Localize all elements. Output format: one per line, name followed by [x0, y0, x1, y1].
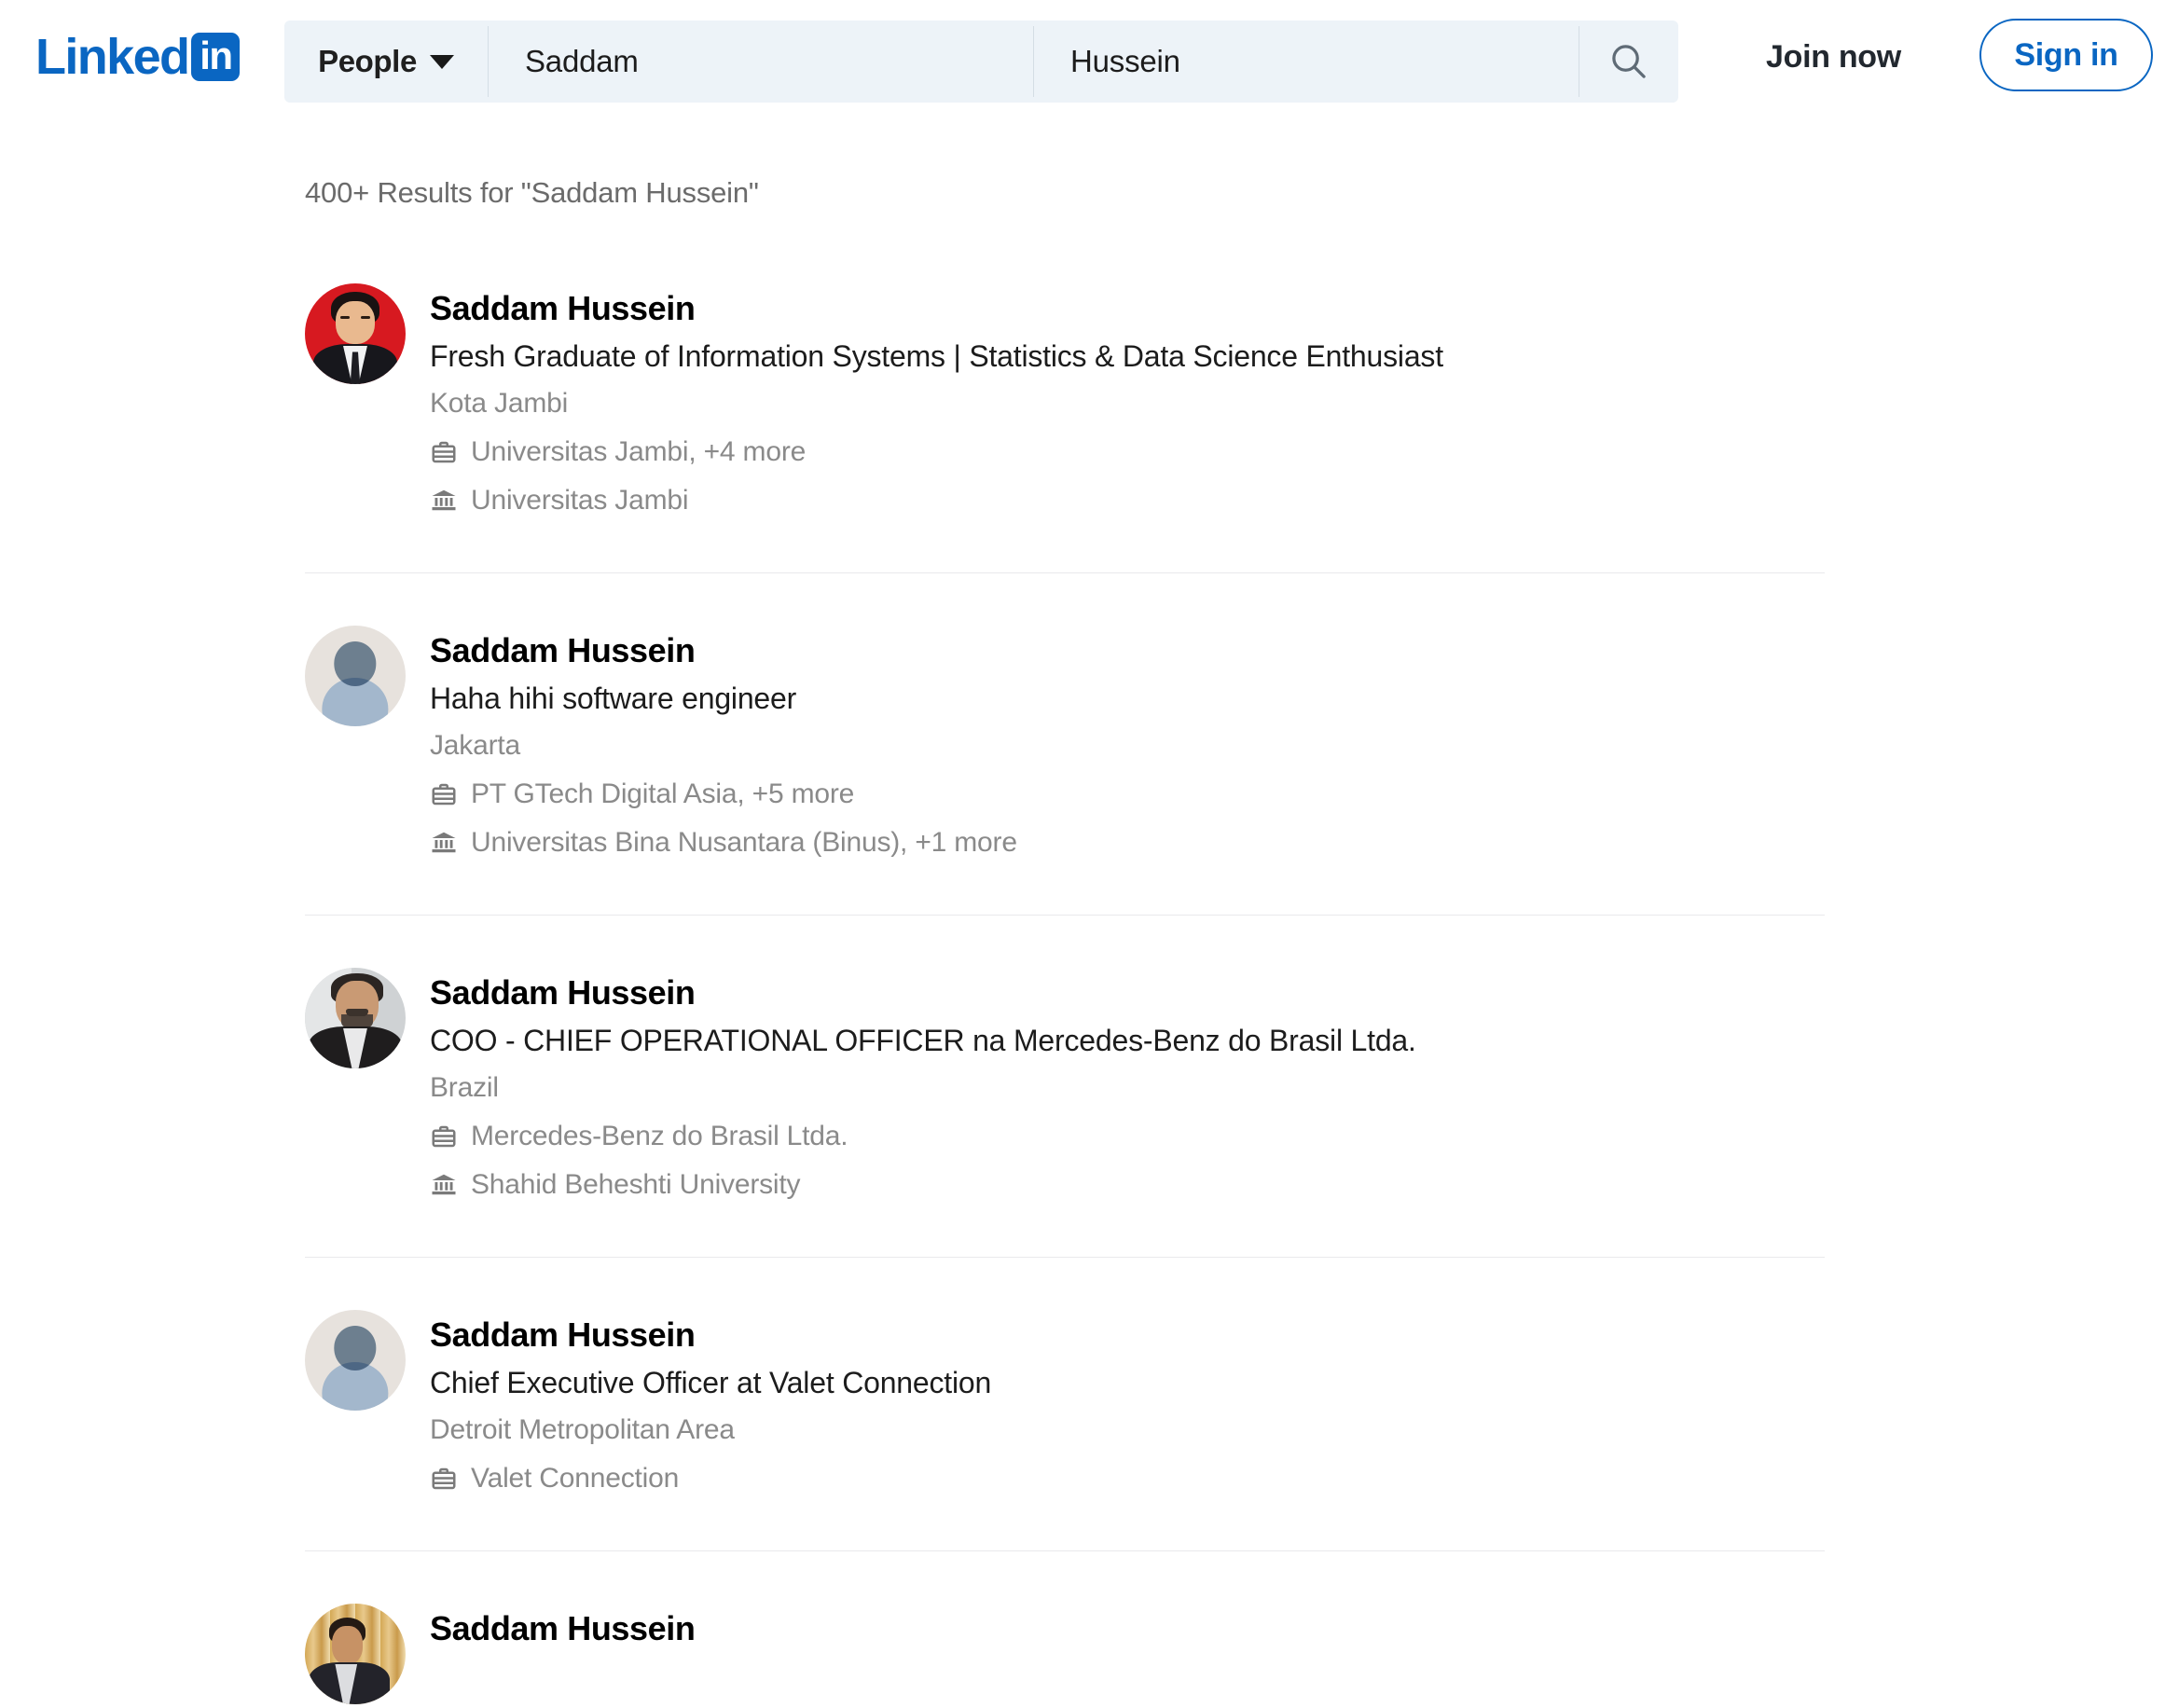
first-name-field-wrap: [488, 21, 1033, 103]
first-name-input[interactable]: [525, 44, 1033, 79]
education-label: Universitas Bina Nusantara (Binus), +1 m…: [471, 827, 1017, 858]
person-location: Kota Jambi: [430, 388, 569, 419]
person-name[interactable]: Saddam Hussein: [430, 287, 1443, 330]
briefcase-icon: [432, 441, 456, 463]
education-label: Universitas Jambi: [471, 485, 689, 516]
search-facet-dropdown[interactable]: People: [284, 21, 488, 103]
education-label: Shahid Beheshti University: [471, 1169, 801, 1200]
current-company-label: Universitas Jambi, +4 more: [471, 436, 807, 467]
person-result-card[interactable]: Saddam Hussein Haha hihi software enginee…: [305, 573, 1825, 915]
person-card-body: Saddam Hussein Fresh Graduate of Informat…: [430, 283, 1443, 524]
briefcase-icon: [432, 783, 456, 806]
current-company-row: Valet Connection: [430, 1455, 991, 1502]
person-result-card[interactable]: Saddam Hussein Chief Executive Officer at…: [305, 1258, 1825, 1550]
person-headline: Chief Executive Officer at Valet Connect…: [430, 1366, 992, 1399]
education-row: Shahid Beheshti University: [430, 1162, 1416, 1208]
person-location: Detroit Metropolitan Area: [430, 1414, 735, 1445]
person-card-body: Saddam Hussein COO - CHIEF OPERATIONAL OF…: [430, 968, 1416, 1208]
briefcase-icon: [432, 1467, 456, 1490]
briefcase-icon: [432, 1125, 456, 1148]
global-header: Linked in People Join now Sign in: [0, 0, 2179, 123]
last-name-input[interactable]: [1070, 44, 1579, 79]
avatar-photo[interactable]: [305, 968, 406, 1068]
education-row: Universitas Jambi: [430, 477, 1443, 524]
logo-badge-text: in: [200, 33, 233, 77]
school-icon: [432, 1174, 456, 1195]
person-result-card[interactable]: Saddam Hussein Fresh Graduate of Informat…: [305, 283, 1825, 572]
current-company-label: Mercedes-Benz do Brasil Ltda.: [471, 1121, 848, 1151]
person-name[interactable]: Saddam Hussein: [430, 1314, 991, 1357]
search-bar: People: [284, 21, 1678, 103]
linkedin-logo[interactable]: Linked in: [35, 29, 241, 85]
search-icon: [1611, 45, 1646, 78]
avatar-placeholder[interactable]: [305, 1310, 406, 1411]
current-company-row: PT GTech Digital Asia, +5 more: [430, 771, 1017, 818]
people-result-list: Saddam Hussein Fresh Graduate of Informat…: [305, 283, 1825, 1704]
logo-in-badge: in: [191, 33, 241, 81]
current-company-label: Valet Connection: [471, 1463, 680, 1494]
person-card-body: Saddam Hussein: [430, 1604, 696, 1650]
avatar-head-shape: [334, 1326, 377, 1371]
avatar-head-shape: [334, 641, 377, 686]
sign-in-button[interactable]: Sign in: [1979, 19, 2153, 91]
chevron-down-icon: [429, 54, 454, 69]
school-icon: [432, 489, 456, 511]
person-name[interactable]: Saddam Hussein: [430, 1607, 696, 1650]
results-count: 400+ Results for "Saddam Hussein": [305, 176, 759, 209]
person-headline: Haha hihi software engineer: [430, 682, 797, 715]
avatar-placeholder[interactable]: [305, 626, 406, 726]
person-card-body: Saddam Hussein Haha hihi software enginee…: [430, 626, 1017, 866]
current-company-row: Universitas Jambi, +4 more: [430, 429, 1443, 475]
join-now-button[interactable]: Join now: [1766, 39, 1901, 76]
current-company-row: Mercedes-Benz do Brasil Ltda.: [430, 1113, 1416, 1160]
person-result-card[interactable]: Saddam Hussein: [305, 1551, 1825, 1704]
person-headline: COO - CHIEF OPERATIONAL OFFICER na Merce…: [430, 1024, 1416, 1057]
avatar-photo[interactable]: [305, 1604, 406, 1704]
person-headline: Fresh Graduate of Information Systems | …: [430, 339, 1443, 373]
last-name-field-wrap: [1033, 21, 1579, 103]
school-icon: [432, 832, 456, 853]
logo-wordmark: Linked: [35, 29, 190, 85]
person-result-card[interactable]: Saddam Hussein COO - CHIEF OPERATIONAL OF…: [305, 916, 1825, 1257]
person-location: Brazil: [430, 1072, 499, 1103]
person-name[interactable]: Saddam Hussein: [430, 629, 1017, 672]
search-facet-label: People: [318, 44, 417, 78]
person-location: Jakarta: [430, 730, 520, 761]
avatar-photo[interactable]: [305, 283, 406, 384]
education-row: Universitas Bina Nusantara (Binus), +1 m…: [430, 820, 1017, 866]
current-company-label: PT GTech Digital Asia, +5 more: [471, 778, 855, 809]
person-card-body: Saddam Hussein Chief Executive Officer at…: [430, 1310, 991, 1502]
search-submit-button[interactable]: [1579, 21, 1678, 103]
person-name[interactable]: Saddam Hussein: [430, 971, 1416, 1014]
